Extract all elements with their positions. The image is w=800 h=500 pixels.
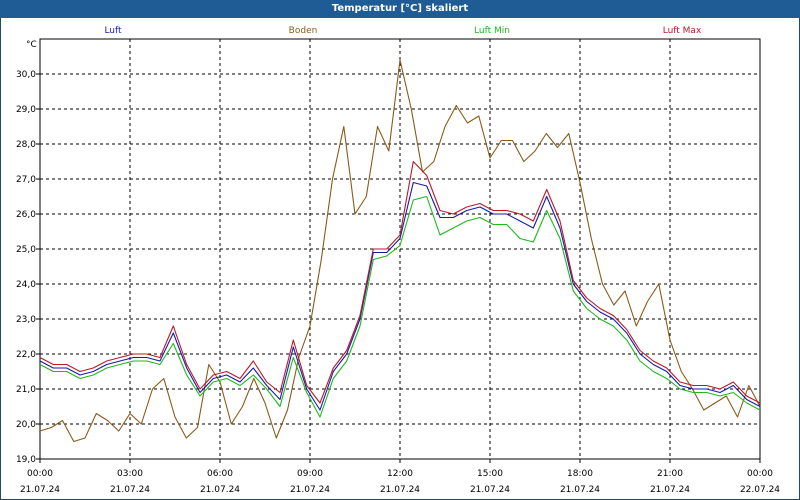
- line-chart: 19,0 20,0 21,0 22,0 23,0 24,0 25,0 26,0 27,0 28,0…: [16, 38, 780, 495]
- x-date-label: 21.07.24: [20, 485, 60, 495]
- x-time-label: 21:00: [657, 469, 683, 479]
- x-date-label: 21.07.24: [560, 485, 600, 495]
- y-tick-label: 26,0: [16, 210, 36, 220]
- x-date-label: 21.07.24: [380, 485, 420, 495]
- y-tick-label: 22,0: [16, 350, 36, 360]
- y-tick-label: 29,0: [16, 105, 36, 115]
- y-tick-label: 30,0: [16, 70, 36, 80]
- y-tick-label: 25,0: [16, 245, 36, 255]
- x-date-label: 21.07.24: [470, 485, 510, 495]
- y-tick-label: 24,0: [16, 280, 36, 290]
- y-tick-label: 23,0: [16, 315, 36, 325]
- x-date-label: 21.07.24: [110, 485, 150, 495]
- y-tick-label: 21,0: [16, 385, 36, 395]
- y-tick-label: 19,0: [16, 455, 36, 465]
- x-date-label: 21.07.24: [200, 485, 240, 495]
- x-time-label: 09:00: [297, 469, 323, 479]
- y-axis-unit: °C: [26, 40, 37, 50]
- x-date-label: 22.07.24: [740, 485, 780, 495]
- x-date-label: 21.07.24: [650, 485, 690, 495]
- y-tick-label: 27,0: [16, 175, 36, 185]
- x-time-label: 03:00: [117, 469, 143, 479]
- x-time-label: 12:00: [387, 469, 413, 479]
- x-time-label: 15:00: [477, 469, 503, 479]
- x-time-label: 06:00: [207, 469, 233, 479]
- x-time-label: 00:00: [747, 469, 773, 479]
- x-time-label: 18:00: [567, 469, 593, 479]
- y-tick-label: 20,0: [16, 420, 36, 430]
- x-date-label: 21.07.24: [290, 485, 330, 495]
- x-time-label: 00:00: [27, 469, 53, 479]
- y-tick-label: 28,0: [16, 140, 36, 150]
